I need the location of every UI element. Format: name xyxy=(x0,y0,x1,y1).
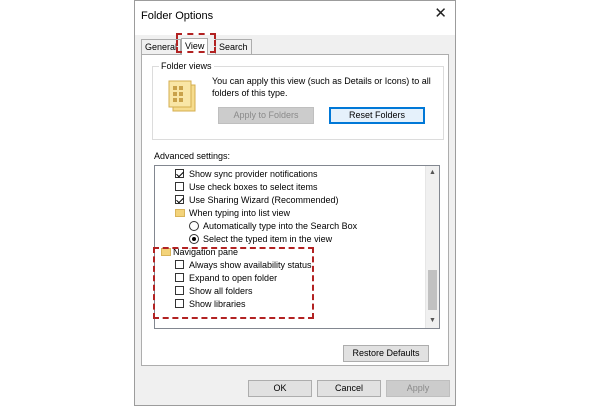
setting-label: Expand to open folder xyxy=(189,273,278,283)
checkbox-icon[interactable] xyxy=(175,169,184,178)
checkbox-icon[interactable] xyxy=(175,195,184,204)
setting-label: Select the typed item in the view xyxy=(203,234,333,244)
setting-label: Use check boxes to select items xyxy=(189,182,318,192)
folder-views-icon xyxy=(168,80,196,112)
folder-icon xyxy=(161,248,171,256)
setting-label: Show all folders xyxy=(189,286,253,296)
restore-defaults-button[interactable]: Restore Defaults xyxy=(343,345,429,362)
setting-label: Always show availability status xyxy=(189,260,312,270)
checkbox-icon[interactable] xyxy=(175,286,184,295)
group-label: When typing into list view xyxy=(189,208,291,218)
folder-options-dialog: Folder Options ✕ General View Search Fol… xyxy=(134,0,456,406)
settings-scrollbar[interactable]: ▲ ▼ xyxy=(425,166,439,328)
view-tab-pane: Folder views You can apply this view (su… xyxy=(141,54,449,366)
reset-folders-button[interactable]: Reset Folders xyxy=(329,107,425,124)
folder-views-group: Folder views You can apply this view (su… xyxy=(152,61,444,140)
setting-label: Use Sharing Wizard (Recommended) xyxy=(189,195,339,205)
title-bar: Folder Options ✕ xyxy=(135,1,455,35)
cancel-button[interactable]: Cancel xyxy=(317,380,381,397)
radio-icon[interactable] xyxy=(189,221,199,231)
setting-label: Show libraries xyxy=(189,299,246,309)
checkbox-icon[interactable] xyxy=(175,182,184,191)
checkbox-icon[interactable] xyxy=(175,299,184,308)
radio-icon[interactable] xyxy=(189,234,199,244)
advanced-settings-label: Advanced settings: xyxy=(154,151,231,161)
scroll-up-icon[interactable]: ▲ xyxy=(428,168,437,177)
apply-to-folders-button[interactable]: Apply to Folders xyxy=(218,107,314,124)
scroll-down-icon[interactable]: ▼ xyxy=(428,316,437,325)
apply-button[interactable]: Apply xyxy=(386,380,450,397)
advanced-settings-list[interactable]: Show sync provider notifications Use che… xyxy=(154,165,440,329)
setting-label: Show sync provider notifications xyxy=(189,169,318,179)
tab-search[interactable]: Search xyxy=(215,39,252,54)
checkbox-icon[interactable] xyxy=(175,260,184,269)
window-title: Folder Options xyxy=(141,10,214,22)
tab-view[interactable]: View xyxy=(181,38,209,55)
scrollbar-thumb[interactable] xyxy=(428,270,437,310)
ok-button[interactable]: OK xyxy=(248,380,312,397)
folder-views-description: You can apply this view (such as Details… xyxy=(212,76,431,98)
folder-icon xyxy=(175,209,185,217)
folder-views-label: Folder views xyxy=(159,61,214,71)
group-label: Navigation pane xyxy=(173,247,239,257)
checkbox-icon[interactable] xyxy=(175,273,184,282)
close-icon[interactable]: ✕ xyxy=(434,6,447,21)
tab-general[interactable]: General xyxy=(141,39,182,54)
setting-label: Automatically type into the Search Box xyxy=(203,221,358,231)
